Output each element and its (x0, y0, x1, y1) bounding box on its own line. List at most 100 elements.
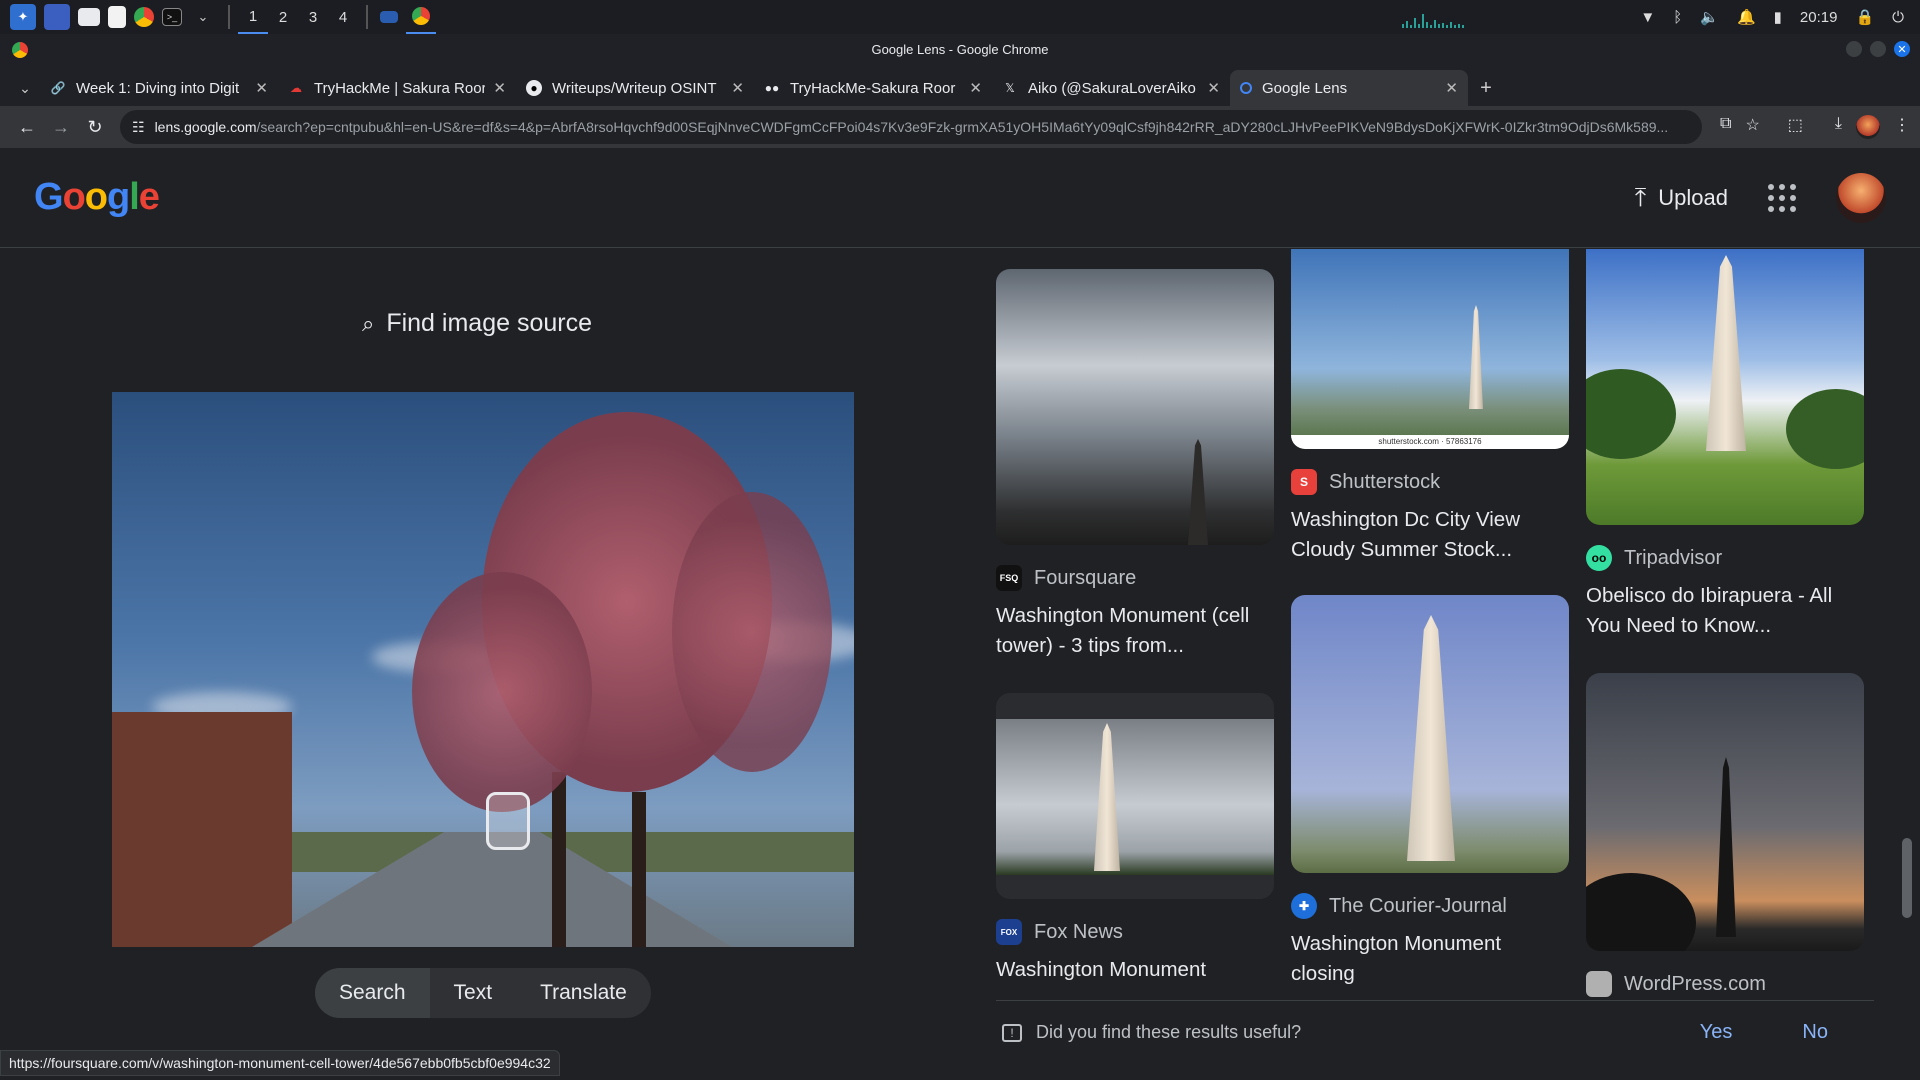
query-image-pane: ⌕ Find image source Search Text Translat… (0, 249, 968, 1080)
address-bar[interactable]: ☷ lens.google.com/search?ep=cntpubu&hl=e… (120, 110, 1703, 144)
find-image-source-button[interactable]: ⌕ Find image source (362, 309, 592, 338)
result-source[interactable]: ✚ The Courier-Journal (1291, 893, 1569, 919)
feedback-icon: ! (1002, 1023, 1022, 1042)
back-button[interactable]: ← (10, 110, 44, 144)
notification-bell-icon[interactable]: 🔔 (1737, 8, 1756, 26)
tab-search-icon[interactable]: ⌄ (10, 70, 40, 106)
mode-search[interactable]: Search (315, 968, 430, 1018)
tab-x-aiko[interactable]: 𝕏 Aiko (@SakuraLoverAiko ✕ (992, 70, 1230, 106)
google-apps-icon[interactable] (1768, 183, 1796, 212)
result-title[interactable]: Obelisco do Ibirapuera - All You Need to… (1586, 581, 1864, 641)
chrome-window-icon[interactable] (406, 0, 436, 34)
results-scrollbar[interactable] (1902, 838, 1912, 918)
link-status-bar: https://foursquare.com/v/washington-monu… (0, 1050, 560, 1076)
result-image[interactable]: shutterstock.com · 57863176 (1291, 249, 1569, 449)
foursquare-icon: FSQ (996, 565, 1022, 591)
result-source[interactable]: S Shutterstock (1291, 469, 1569, 495)
toolbar-actions: ⧉ ☆ ⬚ ⤓ ⋮ (1720, 115, 1910, 139)
tab-github-writeup[interactable]: ● Writeups/Writeup OSINT ✕ (516, 70, 754, 106)
bookmark-star-icon[interactable]: ☆ (1745, 115, 1759, 139)
google-logo[interactable]: Google (34, 176, 160, 219)
workspace-4[interactable]: 4 (328, 0, 358, 34)
battery-icon[interactable]: ▮ (1774, 8, 1782, 26)
start-menu-icon[interactable]: ✦ (10, 4, 36, 30)
medium-icon: ●● (764, 81, 780, 95)
close-tab-icon[interactable]: ✕ (969, 79, 982, 97)
result-title[interactable]: Washington Monument closing (1291, 929, 1569, 989)
tab-label: Aiko (@SakuraLoverAiko (1028, 79, 1196, 97)
chevron-down-icon[interactable]: ⌄ (190, 4, 216, 30)
selection-box[interactable] (486, 792, 530, 850)
google-lens-icon (1240, 82, 1252, 94)
desktop-icon[interactable] (44, 4, 70, 30)
upload-button[interactable]: ⤒ Upload (1635, 182, 1728, 214)
forward-button[interactable]: → (44, 110, 78, 144)
result-title[interactable]: Washington Dc City View Cloudy Summer St… (1291, 505, 1569, 565)
results-column-2: shutterstock.com · 57863176 S Shuttersto… (1291, 249, 1569, 989)
window-thumbnail-icon[interactable] (380, 11, 398, 23)
result-image[interactable] (1291, 595, 1569, 873)
result-image[interactable] (1586, 249, 1864, 525)
feedback-yes-button[interactable]: Yes (1700, 1021, 1733, 1044)
minimize-button[interactable] (1846, 41, 1862, 57)
feedback-no-button[interactable]: No (1802, 1021, 1828, 1044)
close-tab-icon[interactable]: ✕ (731, 79, 744, 97)
maximize-button[interactable] (1870, 41, 1886, 57)
workspace-3[interactable]: 3 (298, 0, 328, 34)
result-source-name: Fox News (1034, 920, 1123, 943)
taskbar-separator (366, 5, 368, 29)
close-window-button[interactable]: ✕ (1894, 41, 1910, 57)
result-source[interactable]: WordPress.com (1586, 971, 1864, 997)
account-avatar[interactable] (1836, 172, 1886, 223)
terminal-icon[interactable]: >_ (162, 8, 182, 26)
extensions-icon[interactable]: ⬚ (1788, 115, 1803, 139)
workspace-2[interactable]: 2 (268, 0, 298, 34)
shutterstock-icon: S (1291, 469, 1317, 495)
github-icon: ● (526, 80, 542, 96)
mode-translate[interactable]: Translate (516, 968, 651, 1018)
result-image[interactable] (1586, 673, 1864, 951)
tab-medium-sakura[interactable]: ●● TryHackMe-Sakura Roor ✕ (754, 70, 992, 106)
link-icon: 🔗 (50, 81, 66, 95)
close-tab-icon[interactable]: ✕ (493, 79, 506, 97)
power-icon[interactable]: ⏻ (1892, 9, 1904, 26)
reload-button[interactable]: ↻ (78, 110, 112, 144)
tryhackme-icon: ☁ (290, 81, 302, 95)
profile-avatar[interactable] (1856, 115, 1880, 139)
x-icon: 𝕏 (1005, 81, 1015, 95)
file-manager-icon[interactable] (78, 8, 100, 26)
text-editor-icon[interactable] (108, 6, 126, 28)
close-tab-icon[interactable]: ✕ (1207, 79, 1220, 97)
result-source[interactable]: FOX Fox News (996, 919, 1274, 945)
result-image[interactable] (996, 693, 1274, 899)
chrome-icon[interactable] (134, 7, 154, 27)
wifi-icon[interactable]: ▼ (1640, 9, 1655, 26)
system-tray: ▼ ᛒ 🔈 🔔 ▮ 20:19 🔒 ⏻ (1402, 6, 1914, 28)
chrome-menu-icon[interactable]: ⋮ (1894, 115, 1910, 139)
taskbar-separator (228, 5, 230, 29)
window-controls: ✕ (1846, 41, 1910, 57)
volume-icon[interactable]: 🔈 (1700, 8, 1719, 26)
clock[interactable]: 20:19 (1800, 9, 1838, 26)
download-icon[interactable]: ⤓ (1835, 115, 1842, 139)
new-tab-button[interactable]: + (1468, 70, 1504, 106)
tab-google-lens[interactable]: Google Lens ✕ (1230, 70, 1468, 106)
result-source[interactable]: FSQ Foursquare (996, 565, 1274, 591)
lens-mode-switcher: Search Text Translate (315, 968, 651, 1018)
close-tab-icon[interactable]: ✕ (1445, 79, 1458, 97)
result-source[interactable]: oo Tripadvisor (1586, 545, 1864, 571)
close-tab-icon[interactable]: ✕ (255, 79, 268, 97)
result-title[interactable]: Washington Monument Remains Closed Aft..… (996, 955, 1274, 983)
result-title[interactable]: Washington Monument (cell tower) - 3 tip… (996, 601, 1274, 661)
workspace-1[interactable]: 1 (238, 0, 268, 34)
tab-tryhackme-sakura[interactable]: ☁ TryHackMe | Sakura Roor ✕ (278, 70, 516, 106)
query-image[interactable] (112, 392, 854, 947)
result-image[interactable] (996, 269, 1274, 545)
site-settings-icon[interactable]: ☷ (132, 119, 145, 136)
tab-week1[interactable]: 🔗 Week 1: Diving into Digit ✕ (40, 70, 278, 106)
bluetooth-icon[interactable]: ᛒ (1673, 9, 1682, 26)
install-app-icon[interactable]: ⧉ (1720, 115, 1731, 139)
mode-text[interactable]: Text (430, 968, 517, 1018)
lock-icon[interactable]: 🔒 (1855, 8, 1874, 26)
fox-news-icon: FOX (996, 919, 1022, 945)
